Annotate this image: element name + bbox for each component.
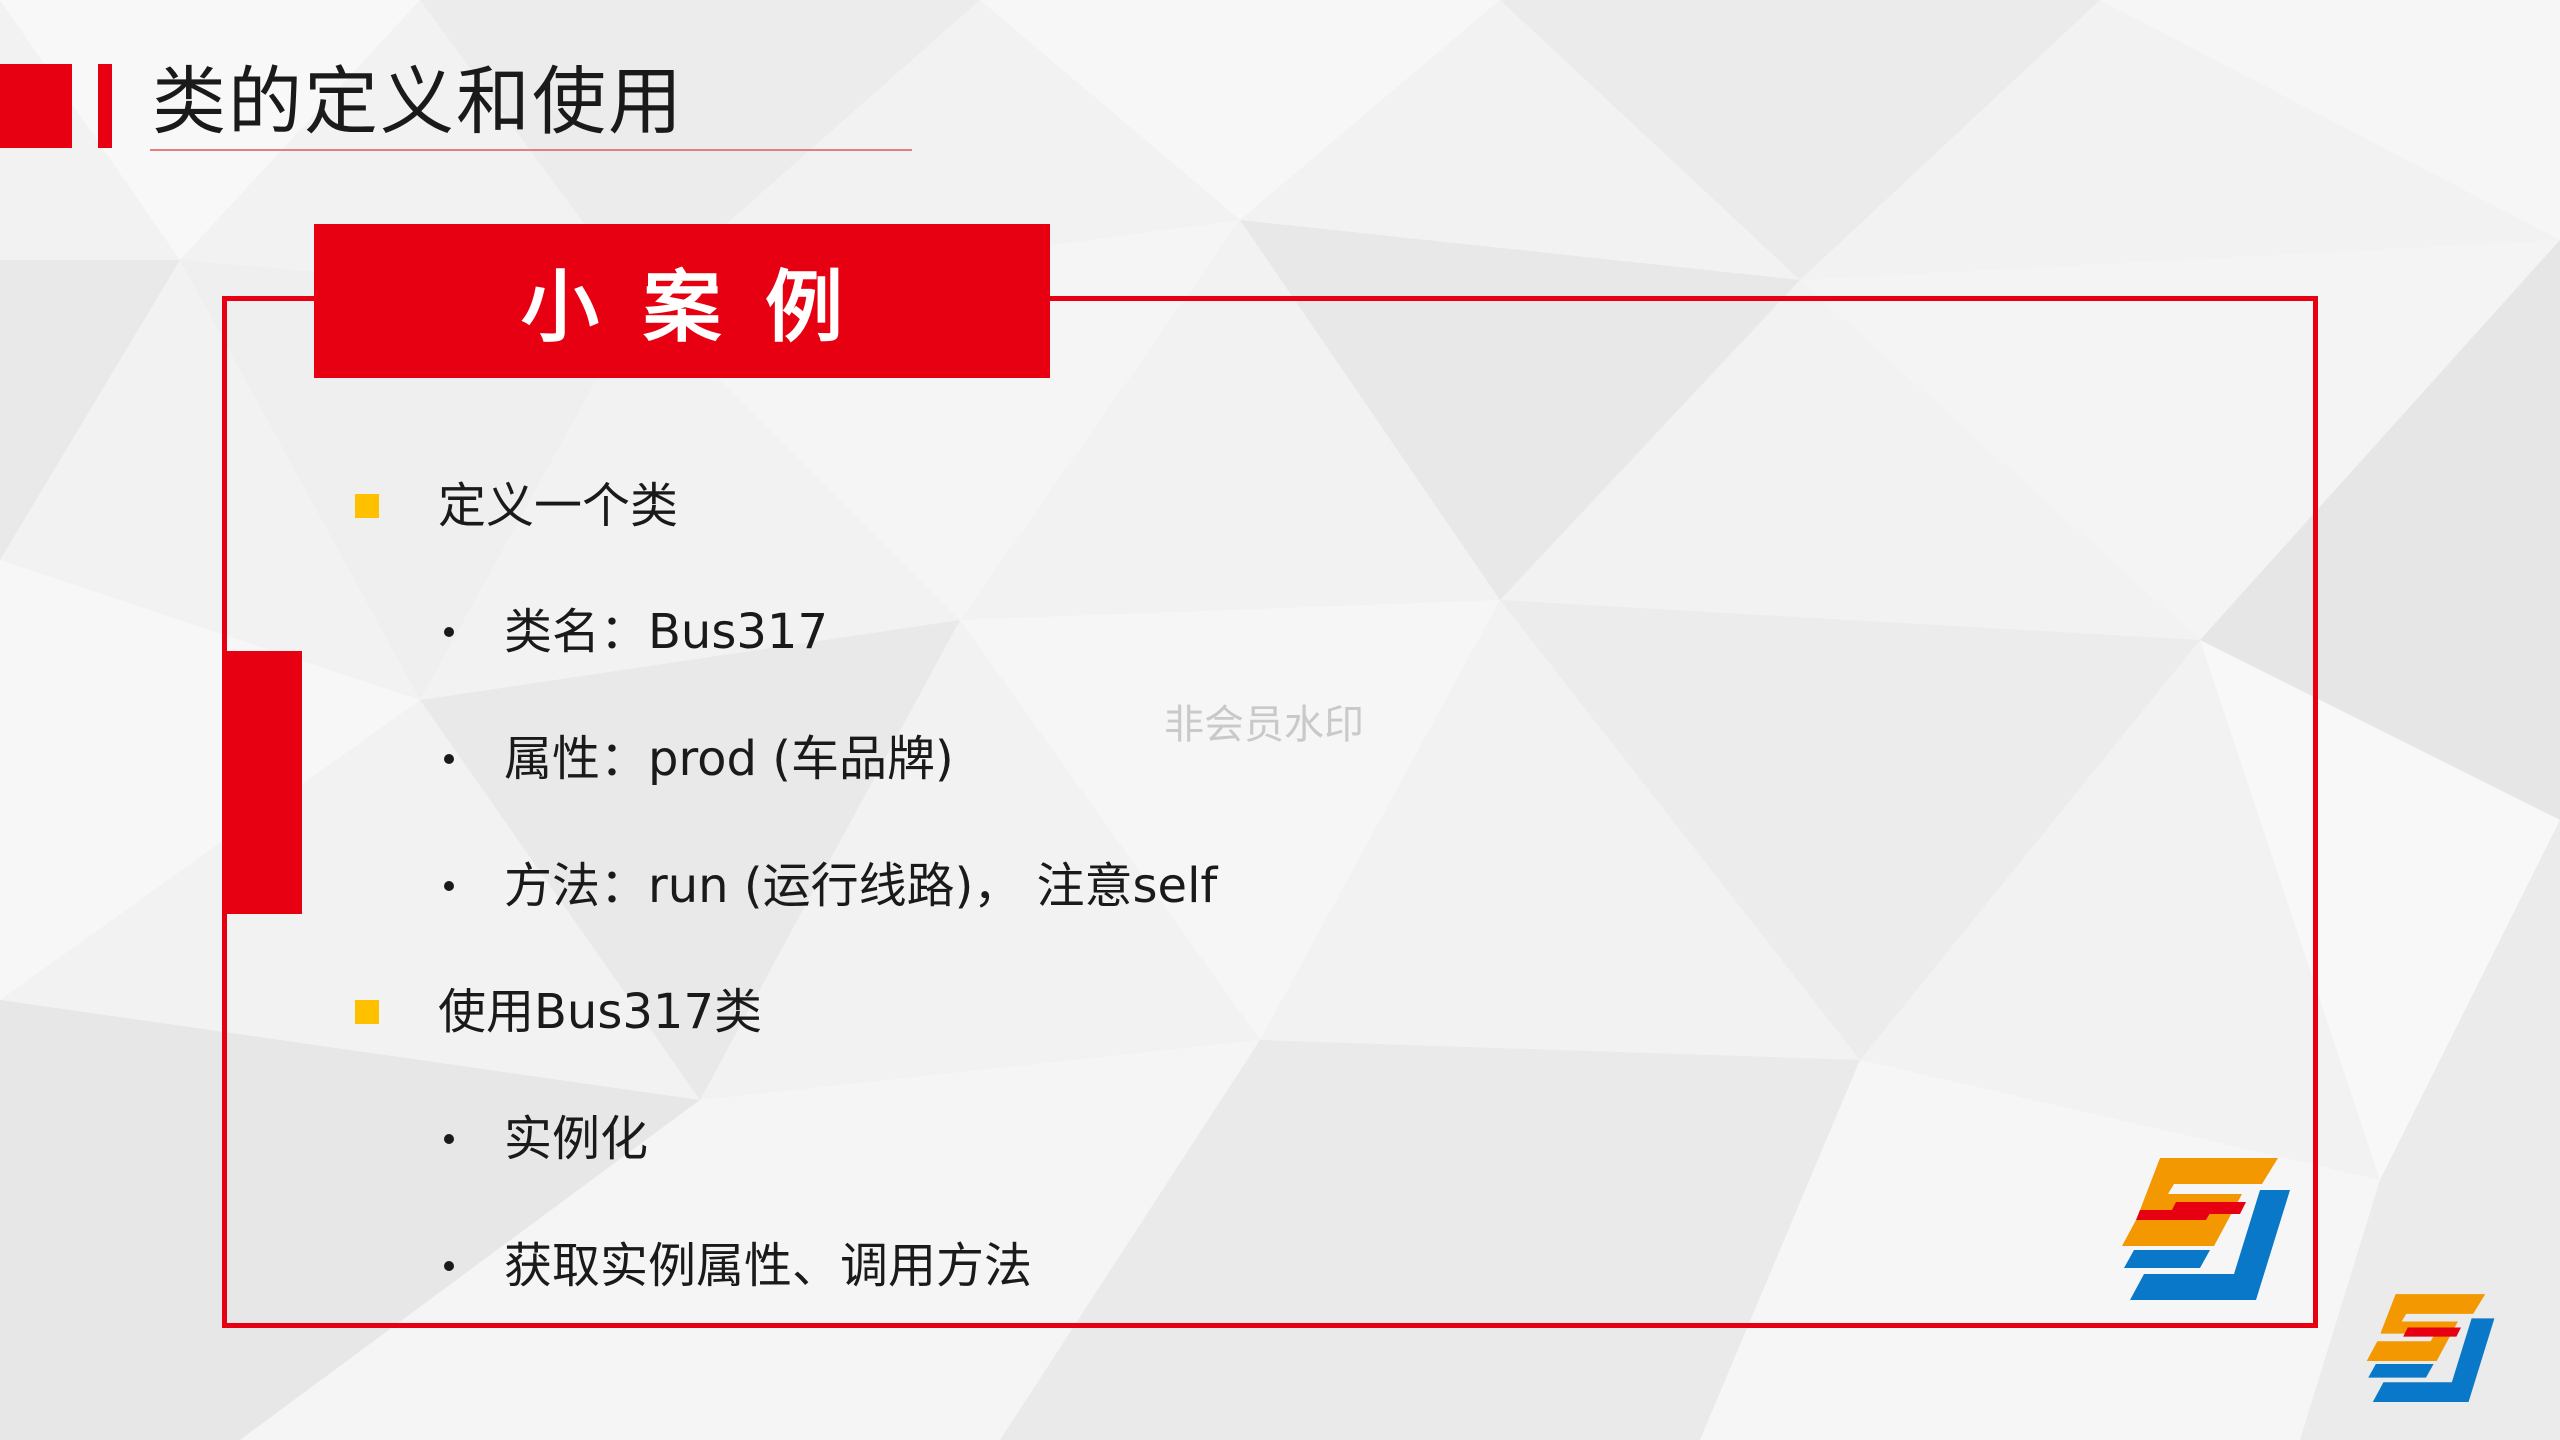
title-underline	[150, 149, 912, 151]
case-banner-label: 小案例	[520, 263, 887, 353]
sj-logo-icon	[2122, 1158, 2290, 1300]
dot-bullet-icon	[444, 881, 454, 891]
square-bullet-icon	[355, 1000, 379, 1024]
case-frame	[222, 296, 2318, 1328]
square-bullet-icon	[355, 494, 379, 518]
list-item-text: 方法：run (运行线路)， 注意self	[504, 858, 1218, 914]
sj-logo-icon	[2366, 1294, 2495, 1402]
side-accent-tab	[222, 651, 302, 914]
dot-bullet-icon	[444, 1134, 454, 1144]
header-accent-bar	[98, 64, 112, 148]
slide: 类的定义和使用 小案例 定义一个类 类名：Bus317 属性：prod (车品牌…	[0, 0, 2560, 1440]
list-item-text: 属性：prod (车品牌)	[504, 731, 954, 787]
header-accent-block	[0, 64, 72, 148]
page-title: 类的定义和使用	[152, 59, 684, 145]
list-item-text: 类名：Bus317	[504, 604, 828, 660]
dot-bullet-icon	[444, 1261, 454, 1271]
case-banner: 小案例	[314, 224, 1050, 378]
dot-bullet-icon	[444, 754, 454, 764]
list-item-text: 获取实例属性、调用方法	[504, 1238, 1033, 1294]
dot-bullet-icon	[444, 627, 454, 637]
watermark: 非会员水印	[1164, 702, 1364, 748]
list-item-text: 实例化	[504, 1111, 649, 1167]
list-item-text: 定义一个类	[438, 478, 679, 534]
list-item-text: 使用Bus317类	[438, 984, 762, 1040]
